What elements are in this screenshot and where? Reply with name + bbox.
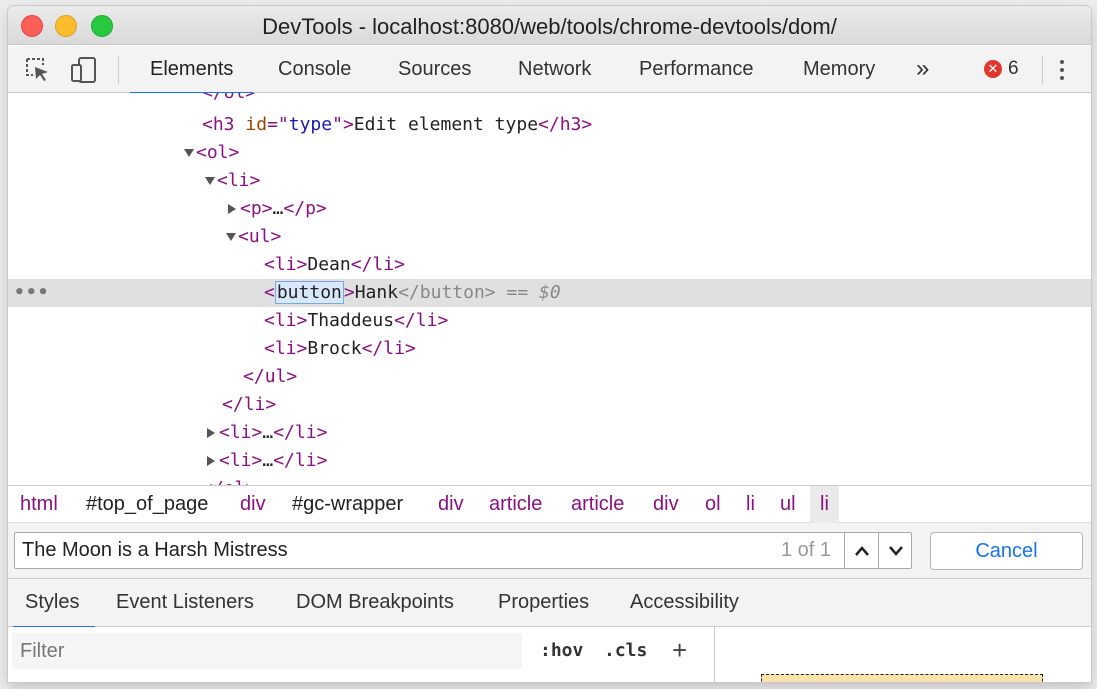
tab-styles[interactable]: Styles <box>12 579 97 628</box>
tab-accessibility[interactable]: Accessibility <box>630 579 739 627</box>
selected-node-marker: == $0 <box>506 282 561 303</box>
dom-node-ol-close-partial[interactable]: </ol> <box>8 93 1091 107</box>
tab-console[interactable]: Console <box>278 46 351 93</box>
window-title: DevTools - localhost:8080/web/tools/chro… <box>262 14 837 39</box>
expanded-triangle-icon[interactable] <box>205 177 215 185</box>
title-bar: DevTools - localhost:8080/web/tools/chro… <box>8 6 1091 45</box>
sidebar-tabs: Styles Event Listeners DOM Breakpoints P… <box>8 579 1091 628</box>
toolbar-divider <box>118 56 119 84</box>
toolbar-divider-right <box>1042 56 1043 84</box>
search-query: The Moon is a Harsh Mistress <box>22 539 288 561</box>
dom-tree[interactable]: </ol> <h3 id="type">Edit element type</h… <box>8 93 1091 485</box>
cancel-button[interactable]: Cancel <box>930 532 1083 570</box>
dom-node-li-dean[interactable]: <li>Dean</li> <box>8 251 1091 279</box>
dom-node-ol[interactable]: <ol> <box>8 139 1091 167</box>
tab-performance[interactable]: Performance <box>639 46 754 93</box>
search-input[interactable]: The Moon is a Harsh Mistress 1 of 1 <box>14 532 912 569</box>
breadcrumb-item[interactable]: div <box>240 486 266 523</box>
search-match-count: 1 of 1 <box>781 539 832 561</box>
styles-filter-input[interactable]: Filter <box>12 633 522 669</box>
dom-node-ul[interactable]: <ul> <box>8 223 1091 251</box>
breadcrumb-item[interactable]: ol <box>705 486 721 523</box>
error-counter[interactable]: ✕ 6 <box>984 58 1019 80</box>
styles-filter-row: Filter :hov .cls + <box>8 627 714 682</box>
breadcrumb-item[interactable]: article <box>489 486 542 523</box>
dom-node-li-collapsed[interactable]: <li>…</li> <box>8 419 1091 447</box>
hov-toggle-button[interactable]: :hov <box>540 633 583 669</box>
expanded-triangle-icon[interactable] <box>184 149 194 157</box>
search-previous-button[interactable] <box>844 533 878 568</box>
box-model-diagram <box>761 674 1043 682</box>
dom-node-li-thaddeus[interactable]: <li>Thaddeus</li> <box>8 307 1091 335</box>
box-model-pane <box>714 627 1091 682</box>
cls-toggle-button[interactable]: .cls <box>604 633 647 669</box>
tab-network[interactable]: Network <box>518 46 591 93</box>
dom-node-li[interactable]: <li> <box>8 167 1091 195</box>
collapsed-triangle-icon[interactable] <box>207 456 215 466</box>
devtools-window: DevTools - localhost:8080/web/tools/chro… <box>8 6 1091 682</box>
dom-node-selected-hank[interactable]: ••• < button >Hank</button> == $0 <box>8 279 1091 307</box>
error-count: 6 <box>1008 58 1019 79</box>
more-tabs-button[interactable]: » <box>916 46 929 93</box>
collapsed-triangle-icon[interactable] <box>207 428 215 438</box>
breadcrumb-item[interactable]: article <box>571 486 624 523</box>
tab-event-listeners[interactable]: Event Listeners <box>116 579 254 627</box>
dom-node-li-brock[interactable]: <li>Brock</li> <box>8 335 1091 363</box>
tab-sources[interactable]: Sources <box>398 46 471 93</box>
breadcrumb: html #top_of_page div #gc-wrapper div ar… <box>8 485 1091 523</box>
error-icon: ✕ <box>984 60 1002 78</box>
main-toolbar: Elements Console Sources Network Perform… <box>8 46 1091 94</box>
breadcrumb-item-current[interactable]: li <box>810 486 839 523</box>
breadcrumb-item[interactable]: div <box>438 486 464 523</box>
breadcrumb-item[interactable]: li <box>746 486 755 523</box>
collapsed-triangle-icon[interactable] <box>228 204 236 214</box>
breadcrumb-item[interactable]: ul <box>780 486 796 523</box>
tag-name-editor[interactable]: button <box>274 281 344 304</box>
breadcrumb-item[interactable]: html <box>20 486 58 523</box>
dom-node-li-collapsed[interactable]: <li>…</li> <box>8 447 1091 475</box>
expanded-triangle-icon[interactable] <box>226 233 236 241</box>
tab-properties[interactable]: Properties <box>498 579 589 627</box>
row-menu-icon[interactable]: ••• <box>14 279 50 307</box>
device-toolbar-icon[interactable] <box>70 56 98 89</box>
new-style-rule-button[interactable]: + <box>672 637 687 663</box>
breadcrumb-item[interactable]: #gc-wrapper <box>292 486 403 523</box>
dom-node-p[interactable]: <p>…</p> <box>8 195 1091 223</box>
dom-node-ul-close[interactable]: </ul> <box>8 363 1091 391</box>
inspect-element-icon[interactable] <box>24 56 52 89</box>
chevron-down-icon <box>888 545 903 556</box>
breadcrumb-item[interactable]: #top_of_page <box>86 486 208 523</box>
dom-node-ol-close[interactable]: </ol> <box>8 475 1091 485</box>
breadcrumb-item[interactable]: div <box>653 486 679 523</box>
search-next-button[interactable] <box>878 533 912 568</box>
tab-memory[interactable]: Memory <box>803 46 875 93</box>
kebab-menu-icon[interactable] <box>1056 60 1068 84</box>
tab-dom-breakpoints[interactable]: DOM Breakpoints <box>296 579 454 627</box>
dom-node-li-close[interactable]: </li> <box>8 391 1091 419</box>
chevron-up-icon <box>854 545 869 556</box>
tab-elements[interactable]: Elements <box>129 46 254 94</box>
dom-node-h3[interactable]: <h3 id="type">Edit element type</h3> <box>8 111 1091 139</box>
search-bar: The Moon is a Harsh Mistress 1 of 1 Canc… <box>8 523 1091 579</box>
